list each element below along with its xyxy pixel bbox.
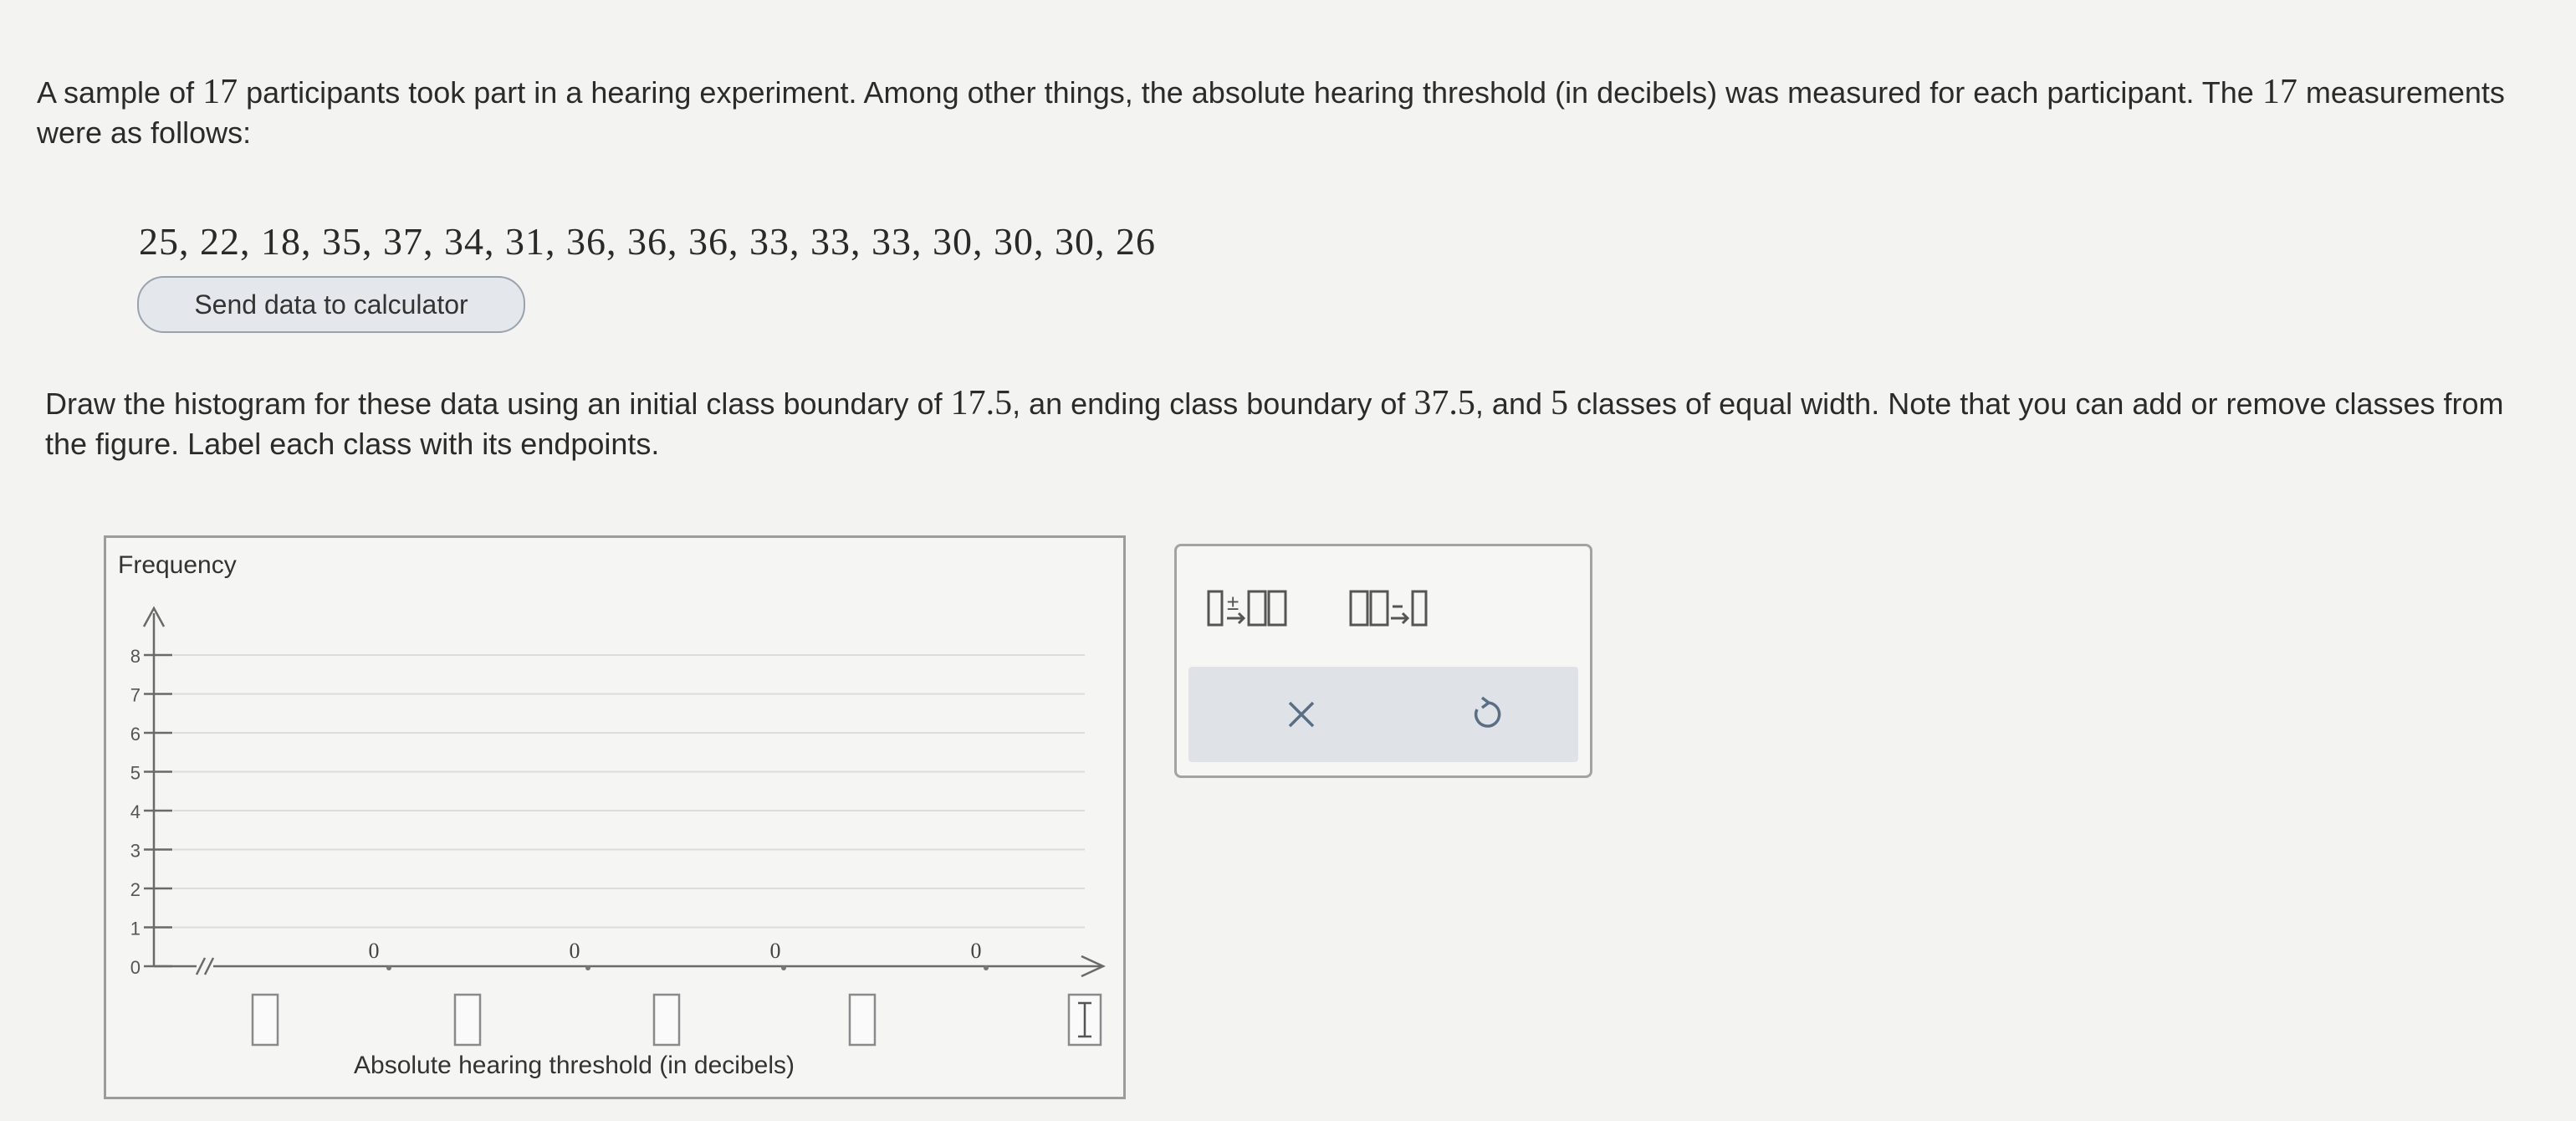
class-label-input[interactable] — [652, 993, 681, 1047]
add-class-icon: ± — [1207, 590, 1287, 627]
boundary-dot — [585, 965, 590, 970]
send-data-button[interactable]: Send data to calculator — [137, 276, 525, 333]
y-tick-label: 5 — [130, 763, 141, 784]
y-ticks: 0 1 2 3 4 5 6 7 8 — [130, 646, 172, 978]
svg-text:±: ± — [1227, 590, 1239, 615]
y-tick-label: 3 — [130, 841, 141, 862]
instructions: Draw the histogram for these data using … — [45, 383, 2538, 464]
tool-panel: ± — [1174, 544, 1592, 778]
histogram-graph[interactable]: Frequency 0 1 2 3 4 5 6 7 8 0 0 0 0 Absolute hearin… — [104, 535, 1126, 1099]
class-counts: 0 0 0 0 — [369, 939, 982, 963]
class-label-input[interactable] — [453, 993, 482, 1047]
histogram-canvas[interactable]: Frequency 0 1 2 3 4 5 6 7 8 0 0 0 0 Absolute hearin… — [106, 538, 1128, 1102]
x-axis-label: Absolute hearing threshold (in decibels) — [354, 1052, 795, 1079]
instr-text-2: , an ending class boundary of — [1012, 386, 1414, 421]
boundary-dot — [781, 965, 786, 970]
undo-icon — [1474, 696, 1501, 728]
close-icon — [1288, 701, 1315, 728]
class-count: 5 — [1551, 384, 1568, 422]
y-tick-label: 4 — [130, 801, 141, 822]
class-count-label: 0 — [971, 939, 982, 963]
instr-text-3: , and — [1475, 386, 1551, 421]
boundary-dot — [984, 965, 989, 970]
undo-button[interactable] — [1456, 685, 1515, 744]
class-count-label: 0 — [770, 939, 781, 963]
ending-boundary: 37.5 — [1413, 384, 1475, 422]
y-tick-label: 2 — [130, 879, 141, 900]
y-tick-label: 8 — [130, 646, 141, 667]
instr-text-1: Draw the histogram for these data using … — [45, 386, 951, 421]
sample-size: 17 — [202, 73, 238, 111]
initial-boundary: 17.5 — [950, 384, 1013, 422]
action-bar — [1188, 667, 1578, 762]
class-label-input[interactable] — [251, 993, 279, 1047]
axis-break-icon — [195, 957, 215, 975]
class-label-input[interactable] — [848, 993, 877, 1047]
class-label-inputs[interactable] — [251, 993, 1102, 1047]
class-count-label: 0 — [570, 939, 580, 963]
y-tick-label: 0 — [130, 957, 141, 978]
y-tick-label: 7 — [130, 685, 141, 706]
intro-text-1: A sample of — [37, 75, 203, 110]
add-class-button[interactable]: ± — [1202, 571, 1327, 647]
measurement-count: 17 — [2262, 73, 2297, 111]
y-tick-label: 1 — [130, 919, 141, 939]
problem-intro: A sample of 17 participants took part in… — [37, 72, 2529, 153]
y-tick-label: 6 — [130, 724, 141, 745]
boundary-dot — [386, 965, 391, 970]
grid-lines — [173, 654, 1085, 929]
data-values: 25, 22, 18, 35, 37, 34, 31, 36, 36, 36, … — [139, 220, 1156, 263]
intro-text-2: participants took part in a hearing expe… — [238, 75, 2262, 110]
remove-class-icon — [1349, 590, 1428, 627]
clear-button[interactable] — [1272, 685, 1331, 744]
y-axis-label: Frequency — [118, 551, 237, 579]
remove-class-button[interactable] — [1344, 571, 1469, 647]
class-count-label: 0 — [369, 939, 380, 963]
